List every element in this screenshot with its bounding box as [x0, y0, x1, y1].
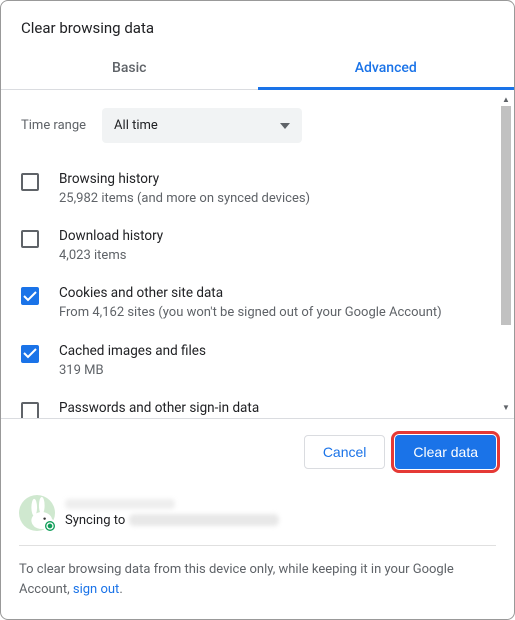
item-title: Download history: [59, 228, 494, 244]
clear-browsing-data-dialog: Clear browsing data Basic Advanced Time …: [0, 0, 515, 620]
sign-out-link[interactable]: sign out: [73, 582, 119, 597]
item-title: Browsing history: [59, 171, 494, 187]
checkbox-download-history[interactable]: [21, 230, 39, 248]
sync-badge-icon: [43, 519, 57, 533]
avatar[interactable]: [19, 495, 55, 531]
item-cached: Cached images and files 319 MB: [21, 333, 494, 390]
syncing-label: Syncing to: [65, 513, 125, 528]
redacted-email: [129, 514, 279, 526]
item-sub: 25,982 items (and more on synced devices…: [59, 190, 494, 208]
item-download-history: Download history 4,023 items: [21, 218, 494, 275]
item-sub: 4,023 items: [59, 247, 494, 265]
check-icon: [23, 291, 37, 302]
tab-basic[interactable]: Basic: [1, 47, 258, 89]
tab-advanced[interactable]: Advanced: [258, 47, 515, 89]
redacted-name: [65, 499, 175, 509]
item-sub: From 4,162 sites (you won't be signed ou…: [59, 304, 494, 322]
tabs: Basic Advanced: [1, 47, 514, 90]
scroll-track[interactable]: [500, 106, 512, 402]
footer-note: To clear browsing data from this device …: [1, 546, 514, 619]
item-title: Cached images and files: [59, 343, 494, 359]
time-range-row: Time range All time: [21, 102, 494, 161]
item-title: Passwords and other sign-in data: [59, 400, 494, 416]
time-range-label: Time range: [21, 118, 86, 133]
clear-data-button[interactable]: Clear data: [395, 435, 496, 469]
scroll-thumb[interactable]: [501, 106, 511, 325]
checkbox-cookies[interactable]: [21, 287, 39, 305]
checkbox-passwords[interactable]: [21, 402, 39, 418]
item-sub: 319 MB: [59, 362, 494, 380]
scrollbar[interactable]: ▲ ▼: [500, 94, 512, 414]
time-range-value: All time: [114, 118, 158, 133]
scroll-down-icon[interactable]: ▼: [502, 402, 510, 414]
chevron-down-icon: [280, 118, 290, 133]
dialog-buttons: Cancel Clear data: [1, 419, 514, 485]
time-range-select[interactable]: All time: [102, 108, 302, 143]
item-passwords: Passwords and other sign-in data 78 pass…: [21, 390, 494, 418]
cancel-button[interactable]: Cancel: [304, 435, 386, 469]
sync-text: Syncing to: [65, 499, 496, 528]
checkbox-browsing-history[interactable]: [21, 173, 39, 191]
content-scroll: Time range All time Browsing history 25,…: [1, 90, 514, 418]
item-title: Cookies and other site data: [59, 285, 494, 301]
dialog-title: Clear browsing data: [1, 1, 514, 47]
item-cookies: Cookies and other site data From 4,162 s…: [21, 275, 494, 332]
sync-row: Syncing to: [1, 485, 514, 545]
item-browsing-history: Browsing history 25,982 items (and more …: [21, 161, 494, 218]
check-icon: [23, 348, 37, 359]
scroll-up-icon[interactable]: ▲: [502, 94, 510, 106]
checkbox-cached[interactable]: [21, 345, 39, 363]
